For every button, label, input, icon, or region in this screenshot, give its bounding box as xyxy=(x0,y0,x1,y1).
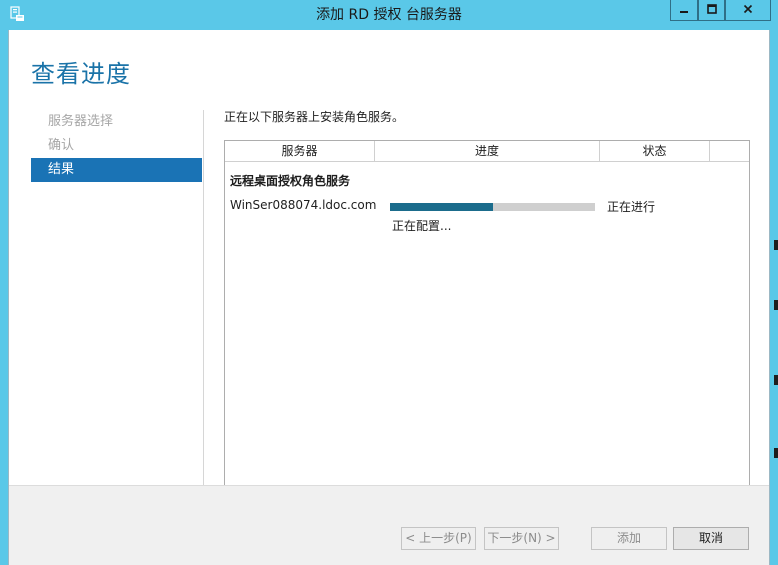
close-icon xyxy=(743,3,753,17)
wizard-content: 查看进度 服务器选择 确认 结果 正在以下服务器上安装角色服务。 服务器 进度 … xyxy=(8,30,770,565)
maximize-icon xyxy=(706,3,717,17)
next-button[interactable]: 下一步(N) > xyxy=(484,527,559,550)
background-window-edge xyxy=(774,448,778,458)
nav-divider xyxy=(203,110,204,496)
footer-bar: < 上一步(P) 下一步(N) > 添加 取消 xyxy=(9,485,769,565)
progress-table: 服务器 进度 状态 远程桌面授权角色服务 WinSer088074.ldoc.c… xyxy=(224,140,750,495)
status-text: 正在进行 xyxy=(607,200,656,214)
column-header-server[interactable]: 服务器 xyxy=(225,141,375,162)
column-header-progress[interactable]: 进度 xyxy=(375,141,600,162)
window-title: 添加 RD 授权 台服务器 xyxy=(316,7,462,23)
server-name: WinSer088074.ldoc.com xyxy=(230,198,377,212)
intro-text: 正在以下服务器上安装角色服务。 xyxy=(224,110,405,124)
progress-detail: 正在配置... xyxy=(392,219,452,233)
background-window-edge xyxy=(774,300,778,310)
nav-item-confirmation: 确认 xyxy=(48,138,75,153)
nav-item-results[interactable]: 结果 xyxy=(31,158,202,182)
maximize-button[interactable] xyxy=(698,0,725,21)
close-button[interactable] xyxy=(725,0,771,21)
minimize-icon xyxy=(679,3,689,17)
minimize-button[interactable] xyxy=(670,0,698,21)
wizard-nav: 服务器选择 确认 结果 xyxy=(31,110,202,182)
column-header-status[interactable]: 状态 xyxy=(600,141,710,162)
background-window-edge xyxy=(774,375,778,385)
progress-bar xyxy=(390,203,595,211)
role-group-title: 远程桌面授权角色服务 xyxy=(230,174,351,188)
table-header: 服务器 进度 状态 xyxy=(225,141,749,162)
cancel-button[interactable]: 取消 xyxy=(673,527,749,550)
progress-bar-fill xyxy=(390,203,493,211)
wizard-window: 添加 RD 授权 台服务器 查看进度 服务器选择 确认 结果 正在以下服务器上安… xyxy=(0,0,778,565)
add-button[interactable]: 添加 xyxy=(591,527,667,550)
background-window-edge xyxy=(774,240,778,250)
page-title: 查看进度 xyxy=(31,60,131,88)
title-bar[interactable]: 添加 RD 授权 台服务器 xyxy=(0,0,778,30)
previous-button[interactable]: < 上一步(P) xyxy=(401,527,476,550)
nav-item-server-selection: 服务器选择 xyxy=(48,114,114,129)
